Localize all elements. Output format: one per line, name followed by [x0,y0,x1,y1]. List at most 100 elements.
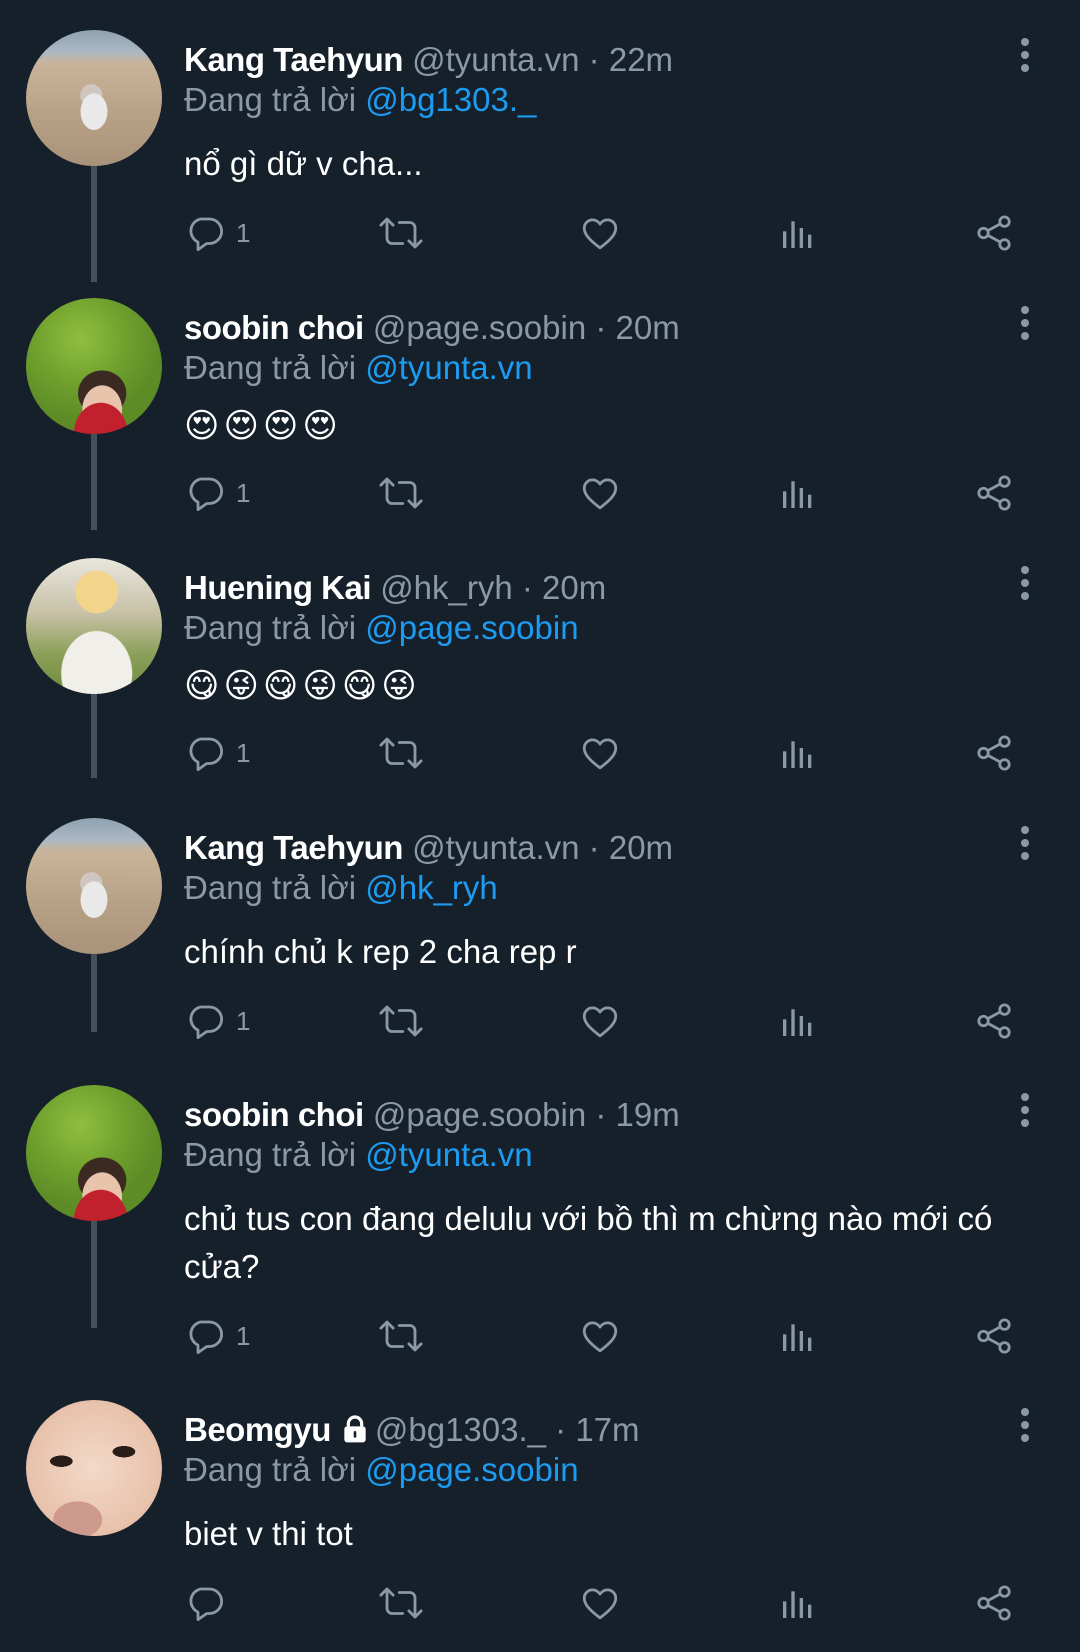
display-name[interactable]: Beomgyu [184,1411,331,1448]
more-options-icon[interactable] [1012,562,1038,602]
share-button[interactable] [973,208,1015,258]
views-button[interactable] [778,996,818,1046]
replying-prefix: Đang trả lời [184,1451,357,1488]
emoji: 😍 [262,406,299,446]
share-icon [973,1582,1015,1624]
handle-and-time: @bg1303._ · 17m [374,1411,640,1448]
views-button[interactable] [778,208,818,258]
like-button[interactable] [579,1311,621,1361]
share-icon [973,1315,1015,1357]
display-name[interactable]: Kang Taehyun [184,829,403,866]
action-bar: 1 [184,1311,1024,1361]
avatar[interactable] [26,818,162,954]
share-button[interactable] [973,728,1015,778]
emoji: 😜 [302,666,338,706]
views-icon [778,213,818,253]
action-bar: 1 [184,728,1024,778]
replying-to-handle[interactable]: @page.soobin [365,1451,578,1488]
reply-button[interactable]: 1 [184,468,250,518]
views-icon [778,733,818,773]
retweet-button[interactable] [378,728,424,778]
emoji: 😋 [341,666,378,706]
replying-to: Đang trả lời @bg1303._ [184,80,536,120]
tweet-header: Huening Kai @hk_ryh · 20m [184,568,606,608]
retweet-button[interactable] [378,208,424,258]
replying-to-handle[interactable]: @bg1303._ [365,81,536,118]
like-button[interactable] [579,996,621,1046]
replying-to: Đang trả lời @hk_ryh [184,868,498,908]
emoji: 😋 [184,666,220,706]
reply-icon [184,1582,226,1624]
replying-prefix: Đang trả lời [184,609,357,646]
tweet-text: chính chủ k rep 2 cha rep r [184,933,577,970]
share-icon [973,732,1015,774]
share-button[interactable] [973,1311,1015,1361]
like-button[interactable] [579,468,621,518]
retweet-button[interactable] [378,468,424,518]
avatar[interactable] [26,558,162,694]
tweet-emojis: 😋 😜 😋 😜 😋 😜 [184,664,417,708]
replying-to-handle[interactable]: @tyunta.vn [365,1136,532,1173]
more-options-icon[interactable] [1012,1404,1038,1444]
reply-count: 1 [236,737,251,768]
handle-and-time: @tyunta.vn · 20m [412,829,674,866]
avatar[interactable] [26,298,162,434]
replying-to-handle[interactable]: @hk_ryh [365,869,498,906]
handle-and-time: @hk_ryh · 20m [380,569,607,606]
replying-prefix: Đang trả lời [184,869,357,906]
reply-button[interactable]: 1 [184,1311,250,1361]
reply-button[interactable] [184,1578,236,1628]
views-button[interactable] [778,1311,818,1361]
replying-to-handle[interactable]: @page.soobin [365,609,578,646]
retweet-icon [378,732,424,774]
tweet-text: chủ tus con đang delulu với bồ thì m chừ… [184,1200,993,1285]
share-button[interactable] [973,996,1015,1046]
reply-icon [184,732,226,774]
retweet-button[interactable] [378,1311,424,1361]
emoji: 😋 [262,666,299,706]
retweet-button[interactable] [378,996,424,1046]
like-button[interactable] [579,1578,621,1628]
views-button[interactable] [778,468,818,518]
share-button[interactable] [973,1578,1015,1628]
avatar[interactable] [26,30,162,166]
more-options-icon[interactable] [1012,1089,1038,1129]
replying-to-handle[interactable]: @tyunta.vn [365,349,532,386]
replying-to: Đang trả lời @page.soobin [184,1450,579,1490]
replying-prefix: Đang trả lời [184,349,357,386]
display-name[interactable]: Huening Kai [184,569,372,606]
retweet-icon [378,472,424,514]
retweet-icon [378,1582,424,1624]
share-button[interactable] [973,468,1015,518]
like-icon [579,1000,621,1042]
avatar[interactable] [26,1085,162,1221]
like-button[interactable] [579,208,621,258]
replying-to: Đang trả lời @tyunta.vn [184,348,533,388]
reply-button[interactable]: 1 [184,728,250,778]
action-bar: 1 [184,996,1024,1046]
share-icon [973,212,1015,254]
reply-button[interactable]: 1 [184,996,250,1046]
display-name[interactable]: soobin choi [184,309,364,346]
avatar[interactable] [26,1400,162,1536]
reply-icon [184,212,226,254]
views-button[interactable] [778,1578,818,1628]
tweet-header: Beomgyu @bg1303._ · 17m [184,1410,640,1451]
more-options-icon[interactable] [1012,822,1038,862]
tweet-text: nổ gì dữ v cha... [184,145,423,182]
more-options-icon[interactable] [1012,302,1038,342]
like-icon [579,472,621,514]
reply-button[interactable]: 1 [184,208,250,258]
tweet-header: Kang Taehyun @tyunta.vn · 20m [184,828,673,868]
display-name[interactable]: Kang Taehyun [184,41,403,78]
like-icon [579,732,621,774]
views-button[interactable] [778,728,818,778]
replying-to: Đang trả lời @page.soobin [184,608,579,648]
share-icon [973,1000,1015,1042]
share-icon [973,472,1015,514]
more-options-icon[interactable] [1012,34,1038,74]
display-name[interactable]: soobin choi [184,1096,364,1133]
like-button[interactable] [579,728,621,778]
action-bar: 1 [184,468,1024,518]
retweet-button[interactable] [378,1578,424,1628]
